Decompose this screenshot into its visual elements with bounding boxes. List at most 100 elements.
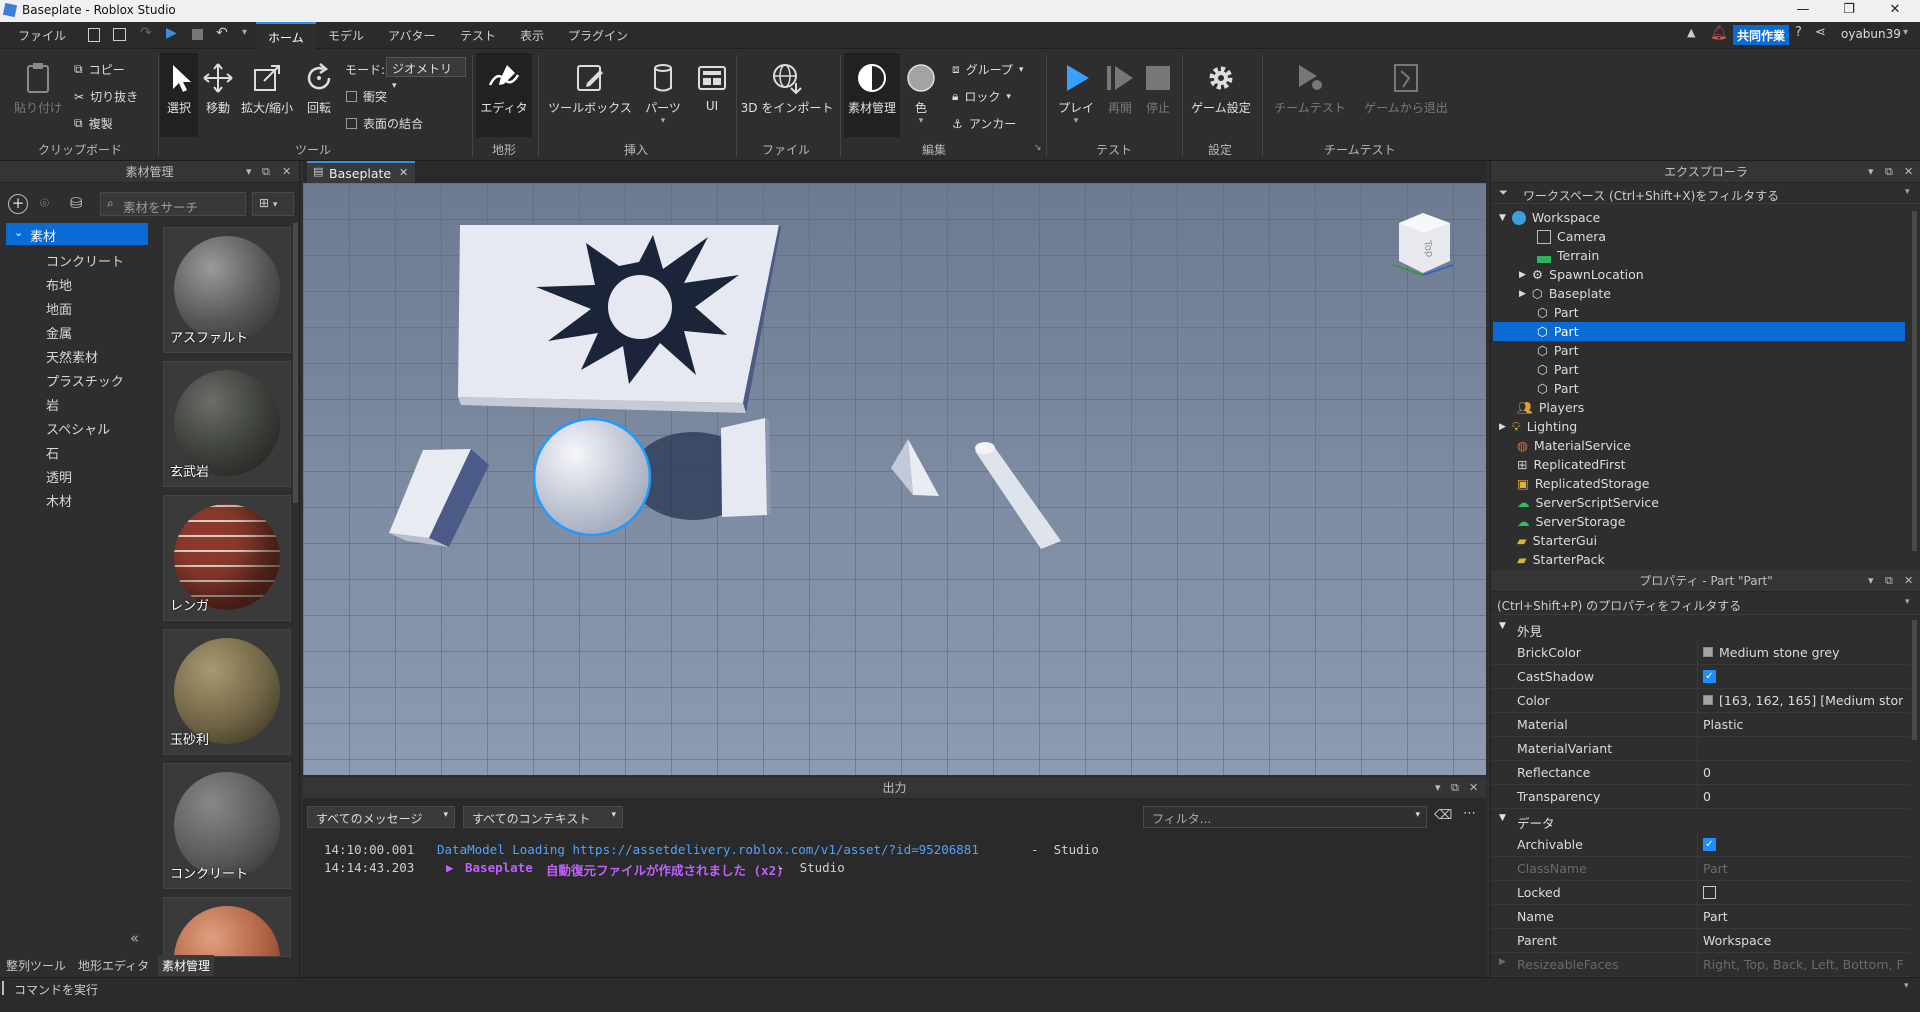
category-wood[interactable]: 木材 — [46, 491, 72, 510]
share-icon[interactable]: ⋖ — [1815, 25, 1826, 40]
3d-viewport[interactable]: Top — [303, 183, 1486, 775]
collision-toggle[interactable]: 衝突 — [346, 88, 387, 105]
tree-item-materials-root[interactable]: ⌄ 素材 — [6, 223, 148, 245]
edit-settings-corner-icon[interactable]: ↘ — [1034, 143, 1042, 153]
category-rock[interactable]: 岩 — [46, 395, 59, 414]
notification-bell-icon[interactable]: 🔔︎ — [1710, 25, 1728, 41]
tab-model[interactable]: モデル — [328, 27, 364, 44]
castshadow-checkbox[interactable]: ✓ — [1703, 670, 1716, 683]
color-button[interactable]: 色 ▾ — [904, 61, 938, 126]
tree-item-replicatedstorage[interactable]: ▣ ReplicatedStorage — [1517, 474, 1649, 493]
scrollbar[interactable] — [293, 223, 298, 503]
close-tab-icon[interactable]: ✕ — [399, 166, 408, 179]
help-icon[interactable]: ? — [1795, 25, 1802, 40]
archivable-checkbox[interactable]: ✓ — [1703, 838, 1716, 851]
quick-play-icon[interactable]: ▶ — [166, 25, 177, 41]
prop-transparency[interactable]: Transparency 0 — [1491, 785, 1909, 809]
explorer-filter-input[interactable]: ⏷ ワークスペース (Ctrl+Shift+X)をフィルタする ▾ — [1491, 184, 1920, 204]
clear-output-broom-icon[interactable]: ⌫ — [1434, 808, 1452, 823]
view-mode-dropdown[interactable]: ⊞ ▾ — [252, 192, 294, 216]
terrain-editor-button[interactable]: エディタ — [476, 53, 532, 137]
scrollbar[interactable] — [1912, 211, 1917, 551]
maximize-button[interactable]: ❐ — [1826, 0, 1872, 22]
play-button[interactable]: プレイ ▾ — [1050, 61, 1102, 126]
scale-tool-button[interactable]: 拡大/縮小 — [238, 61, 296, 116]
game-settings-button[interactable]: ゲーム設定 — [1186, 61, 1256, 116]
tree-item-starterpack[interactable]: ▰ StarterPack — [1517, 550, 1605, 569]
prop-name[interactable]: Name Part — [1491, 905, 1909, 929]
material-tile-basalt[interactable]: 玄武岩 — [163, 361, 291, 487]
category-metal[interactable]: 金属 — [46, 323, 72, 342]
cut-button[interactable]: ✂ 切り抜き — [74, 88, 138, 105]
tree-item-startergui[interactable]: ▰ StarterGui — [1517, 531, 1597, 550]
collapse-arrow-icon[interactable]: ▼ — [1499, 213, 1506, 223]
tab-view[interactable]: 表示 — [520, 27, 544, 44]
undock-icon[interactable]: ⧉ — [1885, 570, 1893, 592]
material-tile-concrete[interactable]: コンクリート — [163, 763, 291, 889]
paste-button[interactable]: 貼り付け — [10, 61, 66, 116]
section-appearance[interactable]: ▼ 外見 — [1491, 617, 1909, 641]
tree-item-baseplate[interactable]: ▶ ⬡ Baseplate — [1519, 284, 1611, 303]
minimize-button[interactable]: — — [1780, 0, 1826, 22]
close-window-button[interactable]: ✕ — [1872, 0, 1918, 22]
quick-stop-icon[interactable] — [192, 29, 203, 40]
output-filter-input[interactable]: フィルタ... ▾ — [1143, 806, 1427, 828]
prop-materialvariant[interactable]: MaterialVariant — [1491, 737, 1909, 761]
expand-log-icon[interactable]: ▶ — [446, 860, 454, 875]
category-plastic[interactable]: プラスチック — [46, 371, 124, 390]
tree-item-terrain[interactable]: Terrain — [1537, 246, 1599, 265]
category-fabric[interactable]: 布地 — [46, 275, 72, 294]
close-icon[interactable]: ✕ — [282, 161, 291, 183]
new-file-icon[interactable] — [88, 28, 100, 42]
undock-icon[interactable]: ⧉ — [1885, 161, 1893, 183]
user-menu-chevron-icon[interactable]: ▾ — [1903, 27, 1908, 38]
tree-item-serverscriptservice[interactable]: ☁ ServerScriptService — [1517, 493, 1659, 512]
expand-arrow-icon[interactable]: ▶ — [1499, 422, 1506, 432]
category-concrete[interactable]: コンクリート — [46, 251, 124, 270]
prop-brickcolor[interactable]: BrickColor Medium stone grey — [1491, 641, 1909, 665]
tab-baseplate[interactable]: ▤ Baseplate ✕ — [307, 161, 415, 183]
tree-item-workspace[interactable]: ▼ Workspace — [1499, 208, 1600, 227]
collapse-panel-icon[interactable]: « — [130, 929, 139, 947]
chevron-down-icon[interactable]: ▾ — [1868, 570, 1874, 592]
tree-item-part[interactable]: ⬡ Part — [1537, 379, 1579, 398]
chevron-down-icon[interactable]: ▾ — [246, 161, 252, 183]
rotate-tool-button[interactable]: 回転 — [300, 61, 338, 116]
tab-plugins[interactable]: プラグイン — [568, 27, 628, 44]
add-material-icon[interactable]: + — [8, 194, 28, 214]
undo-icon[interactable]: ↶ — [216, 25, 228, 41]
chevron-down-icon[interactable]: ▾ — [1435, 777, 1441, 799]
parts-button[interactable]: パーツ ▾ — [640, 61, 686, 126]
material-tile-cobblestone[interactable]: 玉砂利 — [163, 629, 291, 755]
redo-icon[interactable]: ↷ — [140, 25, 152, 41]
message-filter-dropdown[interactable]: すべてのメッセージ ▾ — [307, 806, 455, 828]
tab-terrain-editor[interactable]: 地形エディタ — [78, 957, 149, 974]
team-test-button[interactable]: チームテスト — [1268, 61, 1352, 116]
scrollbar[interactable] — [1912, 620, 1917, 740]
toolbox-button[interactable]: ツールボックス — [546, 61, 634, 116]
collapse-ribbon-icon[interactable]: ▲ — [1687, 26, 1695, 39]
category-transparent[interactable]: 透明 — [46, 467, 72, 486]
category-natural[interactable]: 天然素材 — [46, 347, 98, 366]
collision-checkbox[interactable] — [346, 91, 357, 102]
prop-castshadow[interactable]: CastShadow ✓ — [1491, 665, 1909, 689]
tree-item-lighting[interactable]: ▶ 💡︎ Lighting — [1499, 417, 1577, 436]
expand-arrow-icon[interactable]: ▶ — [1519, 270, 1526, 280]
move-tool-button[interactable]: 移動 — [200, 61, 236, 116]
open-file-icon[interactable] — [113, 28, 126, 41]
prop-material[interactable]: Material Plastic — [1491, 713, 1909, 737]
category-special[interactable]: スペシャル — [46, 419, 110, 438]
close-icon[interactable]: ✕ — [1904, 161, 1913, 183]
material-manager-button[interactable]: 素材管理 — [844, 53, 900, 137]
collaborate-button[interactable]: 共同作業 — [1733, 25, 1790, 45]
tab-align-tool[interactable]: 整列ツール — [6, 957, 66, 974]
tree-item-part[interactable]: ⬡ Part — [1537, 341, 1579, 360]
menu-file[interactable]: ファイル — [18, 27, 66, 44]
material-search-input[interactable]: ⌕ 素材をサーチ — [100, 192, 246, 216]
tab-home[interactable]: ホーム — [256, 22, 316, 49]
expand-arrow-icon[interactable]: ▶ — [1499, 957, 1506, 967]
lock-button[interactable]: 🔒︎ ロック ▾ — [952, 88, 1011, 105]
tab-material-manager[interactable]: 素材管理 — [158, 955, 215, 976]
tree-item-players[interactable]: 👥︎ Players — [1517, 398, 1584, 417]
category-ground[interactable]: 地面 — [46, 299, 72, 318]
